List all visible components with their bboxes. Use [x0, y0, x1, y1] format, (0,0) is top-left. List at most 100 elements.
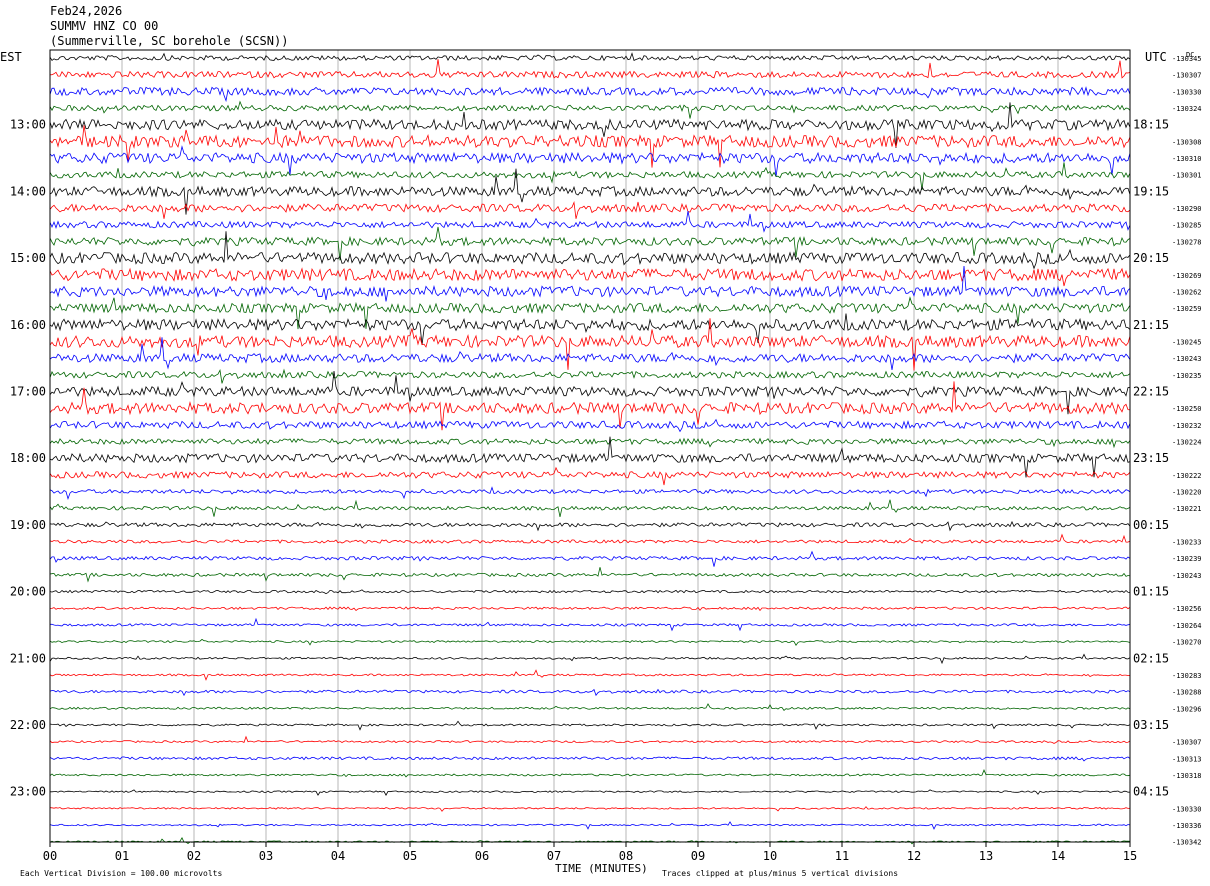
hour-label-local: 18:00 — [10, 451, 46, 465]
dc-offset-label: -130256 — [1172, 605, 1202, 613]
seismic-trace — [49, 466, 1131, 486]
seismic-trace — [49, 638, 1131, 646]
seismic-trace — [49, 520, 1131, 532]
seismic-trace — [50, 617, 1131, 632]
dc-offset-label: -130243 — [1172, 355, 1202, 363]
hour-label-local: 23:00 — [10, 785, 46, 799]
seismic-trace — [49, 567, 1131, 583]
seismic-trace — [49, 756, 1131, 762]
dc-offset-label: -130301 — [1172, 172, 1202, 180]
hour-label-utc: 19:15 — [1133, 184, 1169, 198]
helicorder-plot: 00 01 02 03 04 05 06 07 08 09 10 11 12 13 14 15 13:00 14:… — [0, 49, 1202, 878]
seismic-trace — [49, 720, 1131, 731]
hour-label-local: 16:00 — [10, 318, 46, 332]
x-tick-label: 13 — [979, 849, 993, 863]
seismic-trace — [49, 368, 1131, 384]
seismic-trace — [49, 370, 1131, 415]
hour-label-utc: 03:15 — [1133, 718, 1169, 732]
x-tick-label: 06 — [475, 849, 489, 863]
seismic-trace — [49, 821, 1131, 830]
dc-offset-label: -130318 — [1172, 772, 1202, 780]
seismic-trace — [49, 162, 1131, 190]
x-tick-label: 12 — [907, 849, 921, 863]
seismic-trace — [49, 337, 1131, 370]
hour-label-local: 15:00 — [10, 251, 46, 265]
hour-label-utc: 20:15 — [1133, 251, 1169, 265]
dc-offset-label: -130239 — [1172, 555, 1202, 563]
dc-offset-label: -130222 — [1172, 472, 1202, 480]
x-tick-label: 11 — [835, 849, 849, 863]
seismic-trace — [49, 86, 1131, 103]
right-axis-label: UTC — [1145, 50, 1167, 64]
hour-label-local: 17:00 — [10, 384, 46, 398]
x-tick-label: 09 — [691, 849, 705, 863]
x-tick-label: 15 — [1123, 849, 1137, 863]
x-tick-label: 01 — [115, 849, 129, 863]
dc-offset-label: -130283 — [1172, 672, 1202, 680]
x-tick-label: 10 — [763, 849, 777, 863]
seismic-trace — [49, 806, 1131, 812]
seismic-trace — [49, 606, 1131, 612]
x-tick-label: 14 — [1051, 849, 1065, 863]
dc-offset-label: -130264 — [1172, 622, 1202, 630]
seismic-trace — [49, 735, 1131, 744]
seismic-trace — [49, 296, 1131, 330]
hour-label-utc: 04:15 — [1133, 785, 1169, 799]
dc-offset-label: -130296 — [1172, 705, 1202, 713]
dc-offset-label: -130250 — [1172, 405, 1202, 413]
dc-offset-label: -130310 — [1172, 155, 1202, 163]
seismic-trace — [49, 318, 1131, 371]
dc-offset-label: -130313 — [1172, 755, 1202, 763]
seismic-trace — [49, 499, 1131, 517]
x-tick-label: 07 — [547, 849, 561, 863]
dc-offset-label: -130278 — [1172, 238, 1202, 246]
x-tick-label: 02 — [187, 849, 201, 863]
dc-offset-label: -130270 — [1172, 639, 1202, 647]
dc-offset-label: -130307 — [1172, 72, 1202, 80]
seismic-trace — [49, 267, 1131, 287]
seismic-trace — [50, 789, 1131, 796]
x-tick-label: 08 — [619, 849, 633, 863]
dc-offset-label: -130262 — [1172, 288, 1202, 296]
x-tick-label: 03 — [259, 849, 273, 863]
seismic-trace — [49, 669, 1131, 681]
dc-offset-label: -130245 — [1172, 338, 1202, 346]
seismic-trace — [49, 769, 1131, 778]
minute-gridlines — [121, 50, 1059, 842]
hour-label-utc: 23:15 — [1133, 451, 1169, 465]
dc-offset-label: -130330 — [1172, 805, 1202, 813]
x-axis-title: TIME (MINUTES) — [555, 862, 648, 875]
x-tick-label: 05 — [403, 849, 417, 863]
seismic-trace — [49, 550, 1131, 567]
x-tick-label: 00 — [43, 849, 57, 863]
dc-offset-label: -130307 — [1172, 739, 1202, 747]
dc-corner-label: DC — [1186, 51, 1194, 59]
seismic-trace — [49, 437, 1131, 449]
hour-label-utc: 01:15 — [1133, 585, 1169, 599]
hour-label-local: 20:00 — [10, 585, 46, 599]
hour-label-local: 14:00 — [10, 184, 46, 198]
seismic-trace — [49, 589, 1131, 595]
seismic-trace — [49, 653, 1131, 665]
dc-offset-label: -130235 — [1172, 372, 1202, 380]
dc-offset-label: -130308 — [1172, 138, 1202, 146]
clip-note: Traces clipped at plus/minus 5 vertical … — [662, 869, 898, 878]
scale-note: Each Vertical Division = 100.00 microvol… — [20, 869, 222, 878]
seismic-trace — [49, 703, 1131, 711]
seismic-trace — [49, 231, 1131, 270]
hour-label-utc: 21:15 — [1133, 318, 1169, 332]
x-tick-label: 04 — [331, 849, 345, 863]
seismic-trace — [49, 59, 1131, 79]
dc-offset-label: -130221 — [1172, 505, 1202, 513]
hour-label-local: 19:00 — [10, 518, 46, 532]
dc-offset-label: -130233 — [1172, 539, 1202, 547]
seismic-trace — [49, 418, 1131, 433]
seismic-trace — [49, 211, 1131, 233]
seismic-trace — [49, 533, 1131, 544]
dc-offset-label: -130220 — [1172, 489, 1202, 497]
hour-label-local: 21:00 — [10, 651, 46, 665]
hour-label-utc: 22:15 — [1133, 384, 1169, 398]
seismic-trace — [49, 837, 1131, 845]
hour-label-utc: 18:15 — [1133, 118, 1169, 132]
dc-offset-label: -130288 — [1172, 689, 1202, 697]
